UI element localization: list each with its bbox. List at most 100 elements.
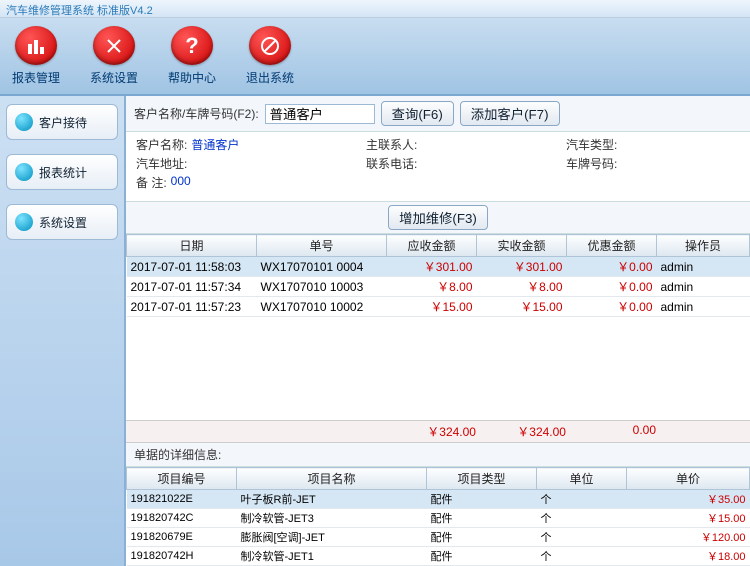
cell-billno: WX1707010 10002 bbox=[257, 297, 387, 317]
cell-date: 2017-07-01 11:58:03 bbox=[127, 257, 257, 277]
cell-type: 配件 bbox=[427, 547, 537, 566]
cell-op: admin bbox=[657, 257, 750, 277]
table-row[interactable]: 191821022E叶子板R前-JET配件个￥35.00 bbox=[127, 490, 750, 509]
info-label: 汽车地址: bbox=[136, 155, 187, 172]
tools-icon bbox=[93, 26, 135, 65]
grid-spacer bbox=[126, 317, 750, 420]
sidebar-item-label: 客户接待 bbox=[39, 114, 87, 131]
cell-paid: ￥8.00 bbox=[477, 277, 567, 297]
table-row[interactable]: 2017-07-01 11:57:23WX1707010 10002￥15.00… bbox=[127, 297, 750, 317]
detail-title: 单据的详细信息: bbox=[126, 443, 750, 467]
cell-billno: WX1707010 10003 bbox=[257, 277, 387, 297]
table-row[interactable]: 191820679E膨胀阀[空调]-JET配件个￥120.00 bbox=[127, 528, 750, 547]
cell-name: 制冷软管-JET1 bbox=[237, 547, 427, 566]
col-op[interactable]: 操作员 bbox=[657, 235, 750, 257]
window-titlebar: 汽车维修管理系统 标准版V4.2 bbox=[0, 0, 750, 18]
totals-row: ￥324.00 ￥324.00 0.00 bbox=[126, 420, 750, 443]
cell-name: 制冷软管-JET3 bbox=[237, 509, 427, 528]
cell-disc: ￥0.00 bbox=[567, 257, 657, 277]
total-disc: 0.00 bbox=[566, 423, 656, 440]
cell-code: 191821022E bbox=[127, 490, 237, 509]
cell-type: 配件 bbox=[427, 528, 537, 547]
cell-price: ￥18.00 bbox=[627, 547, 750, 566]
cell-date: 2017-07-01 11:57:34 bbox=[127, 277, 257, 297]
col-date[interactable]: 日期 bbox=[127, 235, 257, 257]
sidebar-item-label: 系统设置 bbox=[39, 214, 87, 231]
info-label: 汽车类型: bbox=[566, 136, 617, 153]
dot-icon bbox=[15, 163, 33, 181]
table-row[interactable]: 2017-07-01 11:57:34WX1707010 10003￥8.00￥… bbox=[127, 277, 750, 297]
query-button[interactable]: 查询(F6) bbox=[381, 101, 454, 126]
cell-op: admin bbox=[657, 297, 750, 317]
col-name[interactable]: 项目名称 bbox=[237, 468, 427, 490]
cell-name: 叶子板R前-JET bbox=[237, 490, 427, 509]
add-repair-bar: 增加维修(F3) bbox=[126, 202, 750, 234]
table-row[interactable]: 191820742C制冷软管-JET3配件个￥15.00 bbox=[127, 509, 750, 528]
info-label: 主联系人: bbox=[366, 136, 417, 153]
bill-grid[interactable]: 日期 单号 应收金额 实收金额 优惠金额 操作员 2017-07-01 11:5… bbox=[126, 234, 750, 317]
sidebar-item-settings[interactable]: 系统设置 bbox=[6, 204, 118, 240]
col-code[interactable]: 项目编号 bbox=[127, 468, 237, 490]
total-due: ￥324.00 bbox=[386, 423, 476, 440]
table-row[interactable]: 191820742H制冷软管-JET1配件个￥18.00 bbox=[127, 547, 750, 566]
col-paid[interactable]: 实收金额 bbox=[477, 235, 567, 257]
cell-price: ￥15.00 bbox=[627, 509, 750, 528]
content-panel: 客户名称/车牌号码(F2): 查询(F6) 添加客户(F7) 客户名称:普通客户… bbox=[124, 96, 750, 566]
add-repair-button[interactable]: 增加维修(F3) bbox=[388, 205, 488, 230]
cell-due: ￥301.00 bbox=[387, 257, 477, 277]
cell-name: 膨胀阀[空调]-JET bbox=[237, 528, 427, 547]
cell-unit: 个 bbox=[537, 509, 627, 528]
info-label: 联系电话: bbox=[366, 155, 417, 172]
search-label: 客户名称/车牌号码(F2): bbox=[134, 105, 259, 122]
cell-billno: WX17070101 0004 bbox=[257, 257, 387, 277]
cell-code: 191820742C bbox=[127, 509, 237, 528]
search-input[interactable] bbox=[265, 104, 375, 124]
add-customer-button[interactable]: 添加客户(F7) bbox=[460, 101, 560, 126]
cell-paid: ￥301.00 bbox=[477, 257, 567, 277]
cell-paid: ￥15.00 bbox=[477, 297, 567, 317]
table-row[interactable]: 2017-07-01 11:58:03WX17070101 0004￥301.0… bbox=[127, 257, 750, 277]
cell-disc: ￥0.00 bbox=[567, 297, 657, 317]
col-price[interactable]: 单价 bbox=[627, 468, 750, 490]
sidebar-item-label: 报表统计 bbox=[39, 164, 87, 181]
cell-op: admin bbox=[657, 277, 750, 297]
bar-chart-icon bbox=[15, 26, 57, 65]
dot-icon bbox=[15, 113, 33, 131]
total-paid: ￥324.00 bbox=[476, 423, 566, 440]
dot-icon bbox=[15, 213, 33, 231]
col-billno[interactable]: 单号 bbox=[257, 235, 387, 257]
info-label: 车牌号码: bbox=[566, 155, 617, 172]
cell-due: ￥15.00 bbox=[387, 297, 477, 317]
toolbar-exit-button[interactable]: 退出系统 bbox=[246, 26, 294, 86]
toolbar-help-button[interactable]: ? 帮助中心 bbox=[168, 26, 216, 86]
cell-unit: 个 bbox=[537, 547, 627, 566]
no-entry-icon bbox=[249, 26, 291, 65]
cell-code: 191820679E bbox=[127, 528, 237, 547]
cell-type: 配件 bbox=[427, 509, 537, 528]
customer-info-panel: 客户名称:普通客户 主联系人: 汽车类型: 汽车地址: 联系电话: 车牌号码: … bbox=[126, 132, 750, 202]
info-label: 备 注: bbox=[136, 174, 167, 191]
cell-type: 配件 bbox=[427, 490, 537, 509]
toolbar-report-button[interactable]: 报表管理 bbox=[12, 26, 60, 86]
cell-unit: 个 bbox=[537, 528, 627, 547]
cell-unit: 个 bbox=[537, 490, 627, 509]
question-icon: ? bbox=[171, 26, 213, 65]
col-due[interactable]: 应收金额 bbox=[387, 235, 477, 257]
col-type[interactable]: 项目类型 bbox=[427, 468, 537, 490]
sidebar: 客户接待 报表统计 系统设置 bbox=[0, 96, 124, 566]
sidebar-item-stats[interactable]: 报表统计 bbox=[6, 154, 118, 190]
col-unit[interactable]: 单位 bbox=[537, 468, 627, 490]
cell-price: ￥120.00 bbox=[627, 528, 750, 547]
main-toolbar: 报表管理 系统设置 ? 帮助中心 退出系统 bbox=[0, 18, 750, 96]
cell-price: ￥35.00 bbox=[627, 490, 750, 509]
cell-due: ￥8.00 bbox=[387, 277, 477, 297]
info-value: 000 bbox=[171, 174, 191, 191]
cell-code: 191820742H bbox=[127, 547, 237, 566]
info-label: 客户名称: bbox=[136, 136, 187, 153]
cell-disc: ￥0.00 bbox=[567, 277, 657, 297]
sidebar-item-reception[interactable]: 客户接待 bbox=[6, 104, 118, 140]
col-disc[interactable]: 优惠金额 bbox=[567, 235, 657, 257]
search-bar: 客户名称/车牌号码(F2): 查询(F6) 添加客户(F7) bbox=[126, 96, 750, 132]
toolbar-sysset-button[interactable]: 系统设置 bbox=[90, 26, 138, 86]
detail-grid[interactable]: 项目编号 项目名称 项目类型 单位 单价 191821022E叶子板R前-JET… bbox=[126, 467, 750, 566]
